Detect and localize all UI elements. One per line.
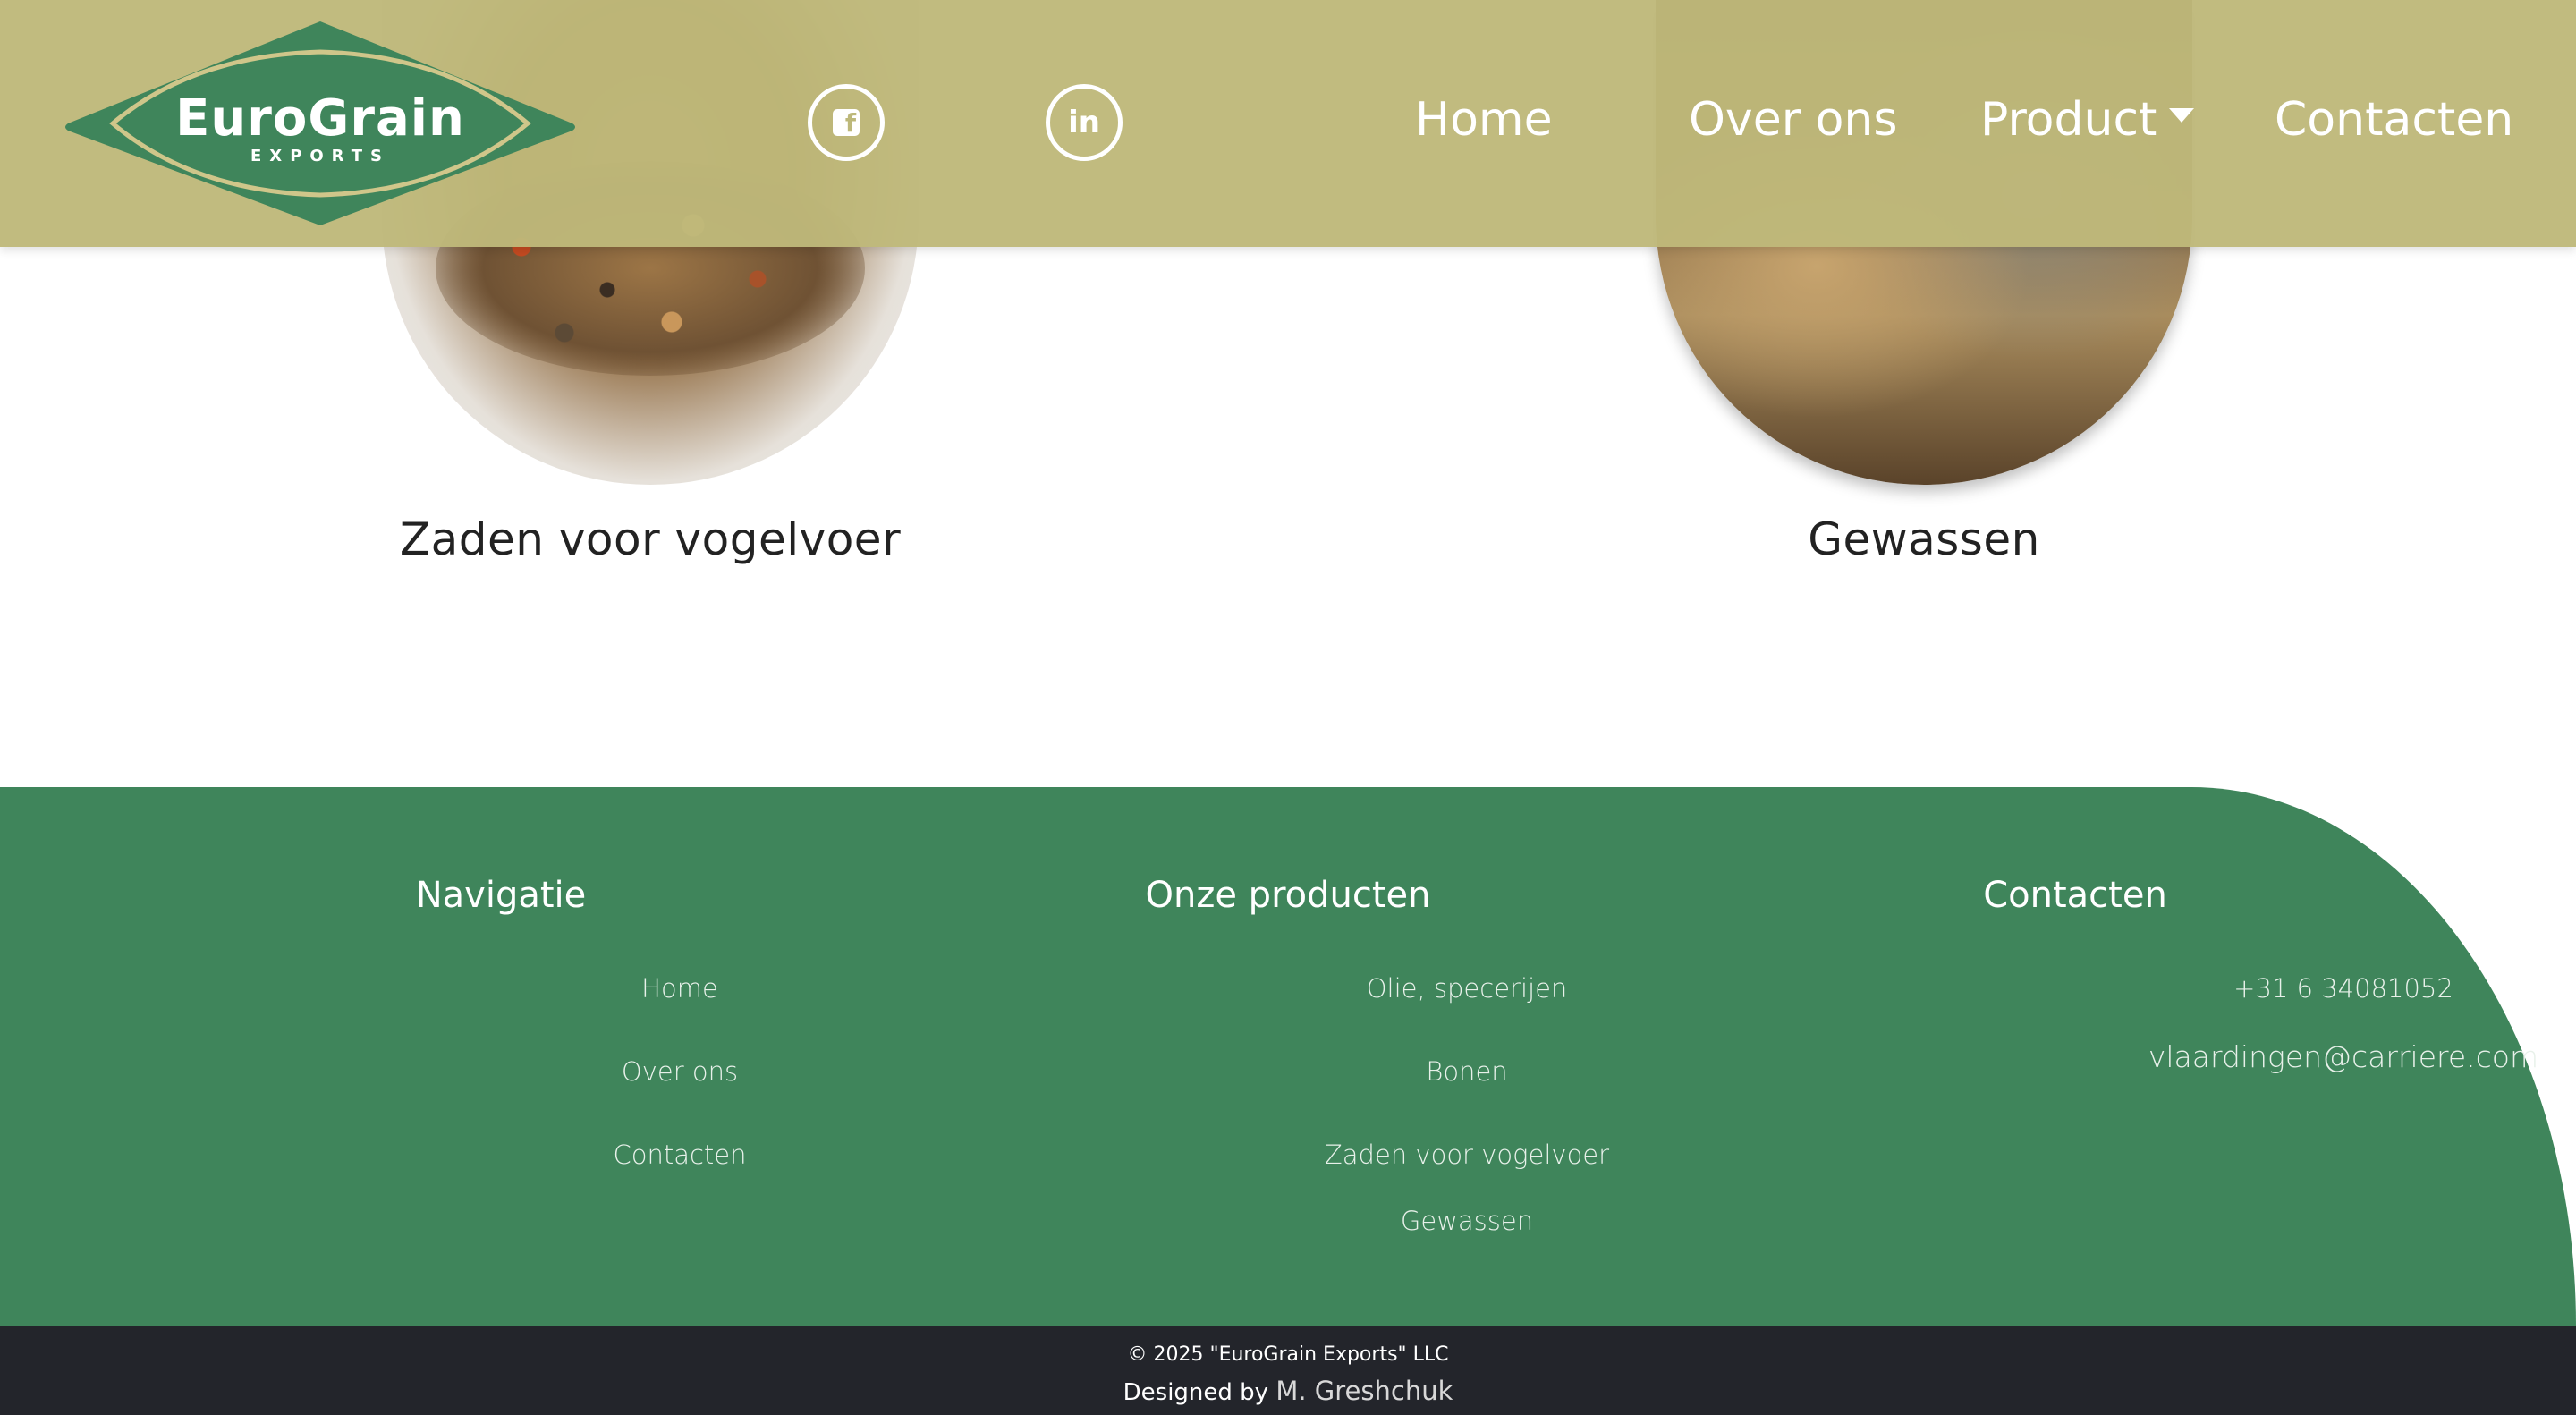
nav-product-label: Product xyxy=(1980,93,2157,147)
copyright-bar: © 2025 "EuroGrain Exports" LLC Designed … xyxy=(0,1326,2576,1415)
linkedin-link[interactable]: in xyxy=(1046,84,1123,161)
site-footer: Navigatie Home Over ons Contacten Onze p… xyxy=(0,787,2576,1326)
footer-link-bonen[interactable]: Bonen xyxy=(1288,1056,1646,1087)
footer-link-gewassen[interactable]: Gewassen xyxy=(1288,1206,1646,1236)
footer-email[interactable]: vlaardingen@carriere.com xyxy=(2075,1039,2576,1074)
footer-heading: Onze producten xyxy=(1145,875,1431,916)
designed-by: Designed by M. Greshchuk xyxy=(0,1376,2576,1406)
copyright-text: © 2025 "EuroGrain Exports" LLC xyxy=(1127,1343,1449,1366)
logo-tagline: EXPORTS xyxy=(250,147,390,165)
eurograin-logo[interactable]: EuroGrain EXPORTS xyxy=(63,20,578,227)
nav-contacten[interactable]: Contacten xyxy=(2275,93,2513,147)
product-title[interactable]: Zaden voor vogelvoer xyxy=(382,513,919,565)
site-header: EuroGrain EXPORTS f in Home Over ons Pro… xyxy=(0,0,2576,247)
product-title[interactable]: Gewassen xyxy=(1656,513,2192,565)
facebook-link[interactable]: f xyxy=(808,84,885,161)
footer-heading: Navigatie xyxy=(415,875,587,916)
footer-link-over-ons[interactable]: Over ons xyxy=(501,1056,859,1087)
designer-link[interactable]: M. Greshchuk xyxy=(1275,1376,1453,1406)
nav-home[interactable]: Home xyxy=(1415,93,1553,147)
logo-wordmark: EuroGrain xyxy=(175,89,465,148)
footer-link-olie[interactable]: Olie, specerijen xyxy=(1288,973,1646,1004)
footer-heading: Contacten xyxy=(1983,875,2167,916)
nav-over-ons[interactable]: Over ons xyxy=(1689,93,1897,147)
footer-phone[interactable]: +31 6 34081052 xyxy=(2075,973,2576,1004)
facebook-icon: f xyxy=(833,109,860,136)
nav-product-dropdown[interactable]: Product xyxy=(1980,93,2195,147)
footer-link-home[interactable]: Home xyxy=(501,973,859,1004)
designed-by-label: Designed by xyxy=(1123,1379,1269,1406)
linkedin-icon: in xyxy=(1068,105,1100,140)
footer-link-zaden[interactable]: Zaden voor vogelvoer xyxy=(1288,1140,1646,1170)
caret-down-icon xyxy=(2169,108,2195,123)
footer-link-contacten[interactable]: Contacten xyxy=(501,1140,859,1170)
